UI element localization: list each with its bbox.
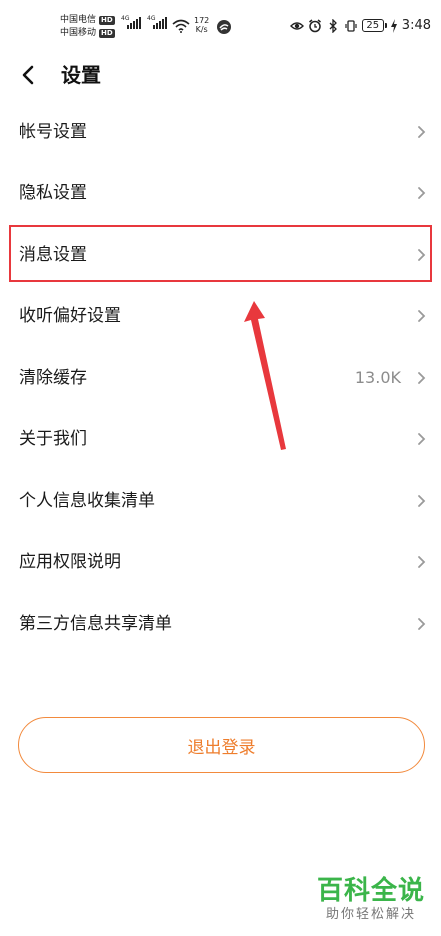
carrier-row-1: 中国电信 HD — [60, 15, 115, 26]
carrier-name-2: 中国移动 — [60, 28, 97, 38]
settings-item-app-permissions[interactable]: 应用权限说明 — [0, 532, 441, 594]
alarm-icon — [308, 18, 321, 32]
settings-item-label: 收听偏好设置 — [19, 306, 121, 327]
settings-item-label: 清除缓存 — [19, 367, 87, 388]
hd-badge-2: HD — [99, 29, 115, 38]
signal-strength: 4G 4G — [121, 15, 167, 29]
settings-list: 帐号设置 隐私设置 消息设置 收听偏好设置 清除缓存 13.0K 关于我们 个人… — [0, 101, 441, 655]
chevron-right-icon — [418, 371, 426, 384]
settings-item-label: 个人信息收集清单 — [19, 490, 155, 511]
net-speed-unit: K/s — [195, 25, 208, 34]
carrier-name-1: 中国电信 — [60, 15, 97, 25]
settings-item-third-party-sharing[interactable]: 第三方信息共享清单 — [0, 593, 441, 655]
app-notification-icon — [217, 20, 231, 34]
chevron-left-icon — [22, 65, 34, 85]
settings-item-account[interactable]: 帐号设置 — [0, 101, 441, 163]
network-tag-1: 4G — [121, 15, 130, 22]
chevron-right-icon — [418, 187, 426, 200]
chevron-right-icon — [418, 494, 426, 507]
carrier-row-2: 中国移动 HD — [60, 28, 115, 39]
carrier-info: 中国电信 HD 中国移动 HD — [60, 15, 115, 39]
battery-indicator: 25 — [361, 19, 387, 32]
chevron-right-icon — [418, 433, 426, 446]
settings-item-label: 第三方信息共享清单 — [19, 613, 172, 634]
settings-item-label: 隐私设置 — [19, 183, 87, 204]
chevron-right-icon — [418, 556, 426, 569]
signal-icon-2: 4G — [147, 15, 167, 29]
settings-item-about-us[interactable]: 关于我们 — [0, 409, 441, 471]
network-tag-2: 4G — [147, 15, 156, 22]
vibrate-icon — [345, 19, 357, 32]
chevron-right-icon — [418, 125, 426, 138]
watermark-main-text: 百科全说 — [316, 876, 425, 906]
clock: 3:48 — [401, 18, 431, 33]
settings-item-label: 帐号设置 — [19, 121, 87, 142]
settings-item-privacy[interactable]: 隐私设置 — [0, 163, 441, 225]
net-speed: 172 K/s — [194, 16, 209, 34]
page-title: 设置 — [61, 63, 101, 87]
settings-item-clear-cache[interactable]: 清除缓存 13.0K — [0, 347, 441, 409]
signal-icon-1: 4G — [121, 15, 141, 29]
chevron-right-icon — [418, 617, 426, 630]
hd-badge-1: HD — [99, 16, 115, 25]
settings-item-label: 关于我们 — [19, 429, 87, 450]
cache-size-value: 13.0K — [354, 368, 401, 388]
bluetooth-icon — [329, 18, 337, 33]
header: 设置 — [0, 50, 441, 100]
settings-item-label: 应用权限说明 — [19, 552, 121, 573]
status-right: 25 3:48 — [289, 18, 431, 33]
wifi-icon — [172, 19, 190, 33]
charging-icon — [390, 18, 397, 33]
highlight-box — [9, 225, 432, 282]
back-button[interactable] — [12, 60, 44, 90]
watermark-sub-text: 助你轻松解决 — [325, 907, 416, 922]
status-bar: 中国电信 HD 中国移动 HD 4G 4G 172 K/s 25 3:48 — [0, 0, 441, 48]
eye-icon — [289, 21, 304, 30]
logout-button[interactable]: 退出登录 — [18, 717, 425, 773]
settings-item-listening-preferences[interactable]: 收听偏好设置 — [0, 286, 441, 348]
chevron-right-icon — [418, 310, 426, 323]
watermark-logo: 百科全说 助你轻松解决 — [317, 876, 425, 924]
settings-item-personal-info-list[interactable]: 个人信息收集清单 — [0, 470, 441, 532]
net-speed-value: 172 — [194, 16, 210, 25]
